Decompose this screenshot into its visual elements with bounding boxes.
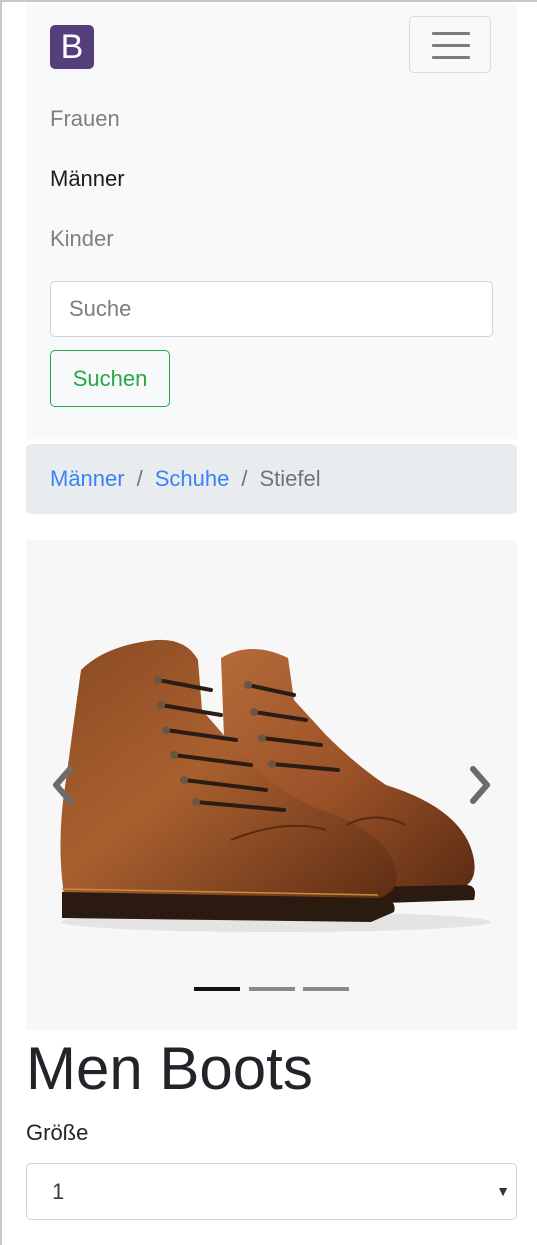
nav-link-frauen[interactable]: Frauen — [50, 106, 120, 132]
boots-product-image — [60, 639, 491, 932]
breadcrumb-separator: / — [136, 466, 143, 491]
window-top-border — [0, 0, 537, 2]
navbar-toggler-button[interactable] — [409, 16, 491, 73]
breadcrumb-item-maenner[interactable]: Männer — [50, 466, 125, 491]
carousel-indicator[interactable] — [194, 987, 240, 991]
product-image-carousel[interactable] — [26, 540, 517, 1030]
caret-down-icon: ▼ — [496, 1183, 510, 1199]
search-button[interactable]: Suchen — [50, 350, 170, 407]
size-label: Größe — [26, 1120, 89, 1145]
chevron-left-icon[interactable] — [48, 765, 78, 805]
chevron-right-icon[interactable] — [465, 765, 495, 805]
carousel-indicator[interactable] — [303, 987, 349, 991]
nav-link-kinder[interactable]: Kinder — [50, 226, 114, 252]
size-select[interactable]: 1 ▼ — [26, 1163, 517, 1220]
breadcrumb-separator: / — [241, 466, 248, 491]
brand-logo[interactable]: B — [50, 25, 94, 69]
breadcrumb-item-schuhe[interactable]: Schuhe — [155, 466, 230, 491]
size-select-value: 1 — [52, 1179, 65, 1204]
product-title: Men Boots — [26, 1035, 313, 1102]
navbar: B Frauen Männer Kinder Suchen — [26, 3, 517, 439]
carousel-indicator[interactable] — [249, 987, 295, 991]
search-input[interactable] — [50, 281, 493, 337]
breadcrumb-item-stiefel: Stiefel — [259, 466, 321, 491]
nav-link-maenner[interactable]: Männer — [50, 166, 125, 192]
window-left-border — [0, 0, 2, 1245]
carousel-indicators — [194, 987, 354, 993]
breadcrumb: Männer / Schuhe / Stiefel — [26, 444, 517, 514]
